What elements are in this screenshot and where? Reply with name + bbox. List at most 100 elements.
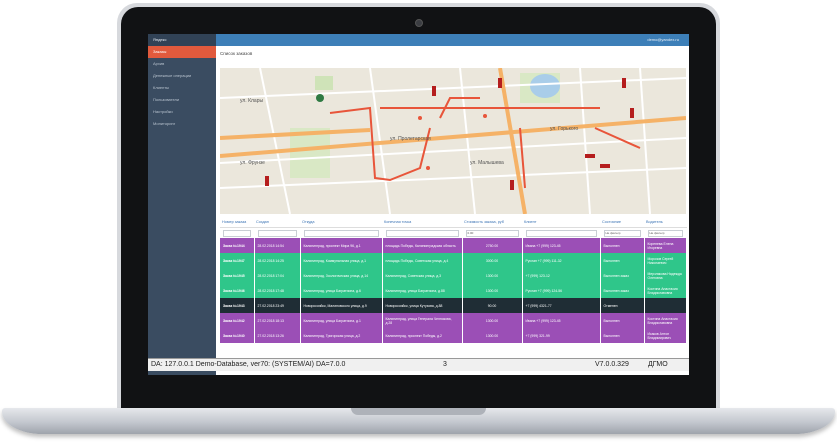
filter-input[interactable] [257, 229, 297, 237]
sidebar-item-orders[interactable]: Заказы [148, 46, 216, 58]
order-number: Заказ №1947 [220, 253, 255, 268]
map-label: ул. Пролетарская [390, 136, 431, 142]
driver-name: Коренева Елена Игоревна [644, 238, 687, 253]
status-version: V7.0.0.329 [595, 361, 629, 368]
order-state: Выполнен [600, 313, 645, 328]
filter-input[interactable] [385, 229, 459, 237]
sidebar-item-clients[interactable]: Клиенты [148, 82, 216, 94]
sidebar-item-monitoring[interactable]: Мониторинг [148, 118, 216, 130]
created-date: 28.02.2018 17:04 [254, 268, 301, 283]
order-price: 90.00 [462, 298, 523, 313]
top-bar: demo@yandex.ru [216, 34, 689, 46]
table-row[interactable]: Заказ №1940 27.02.2018 13:26 Калининград, … [220, 328, 687, 343]
order-price: 1300.00 [462, 313, 523, 328]
client-info: Ивана +7 (999) 123-45 [522, 238, 601, 253]
column-header[interactable]: Откуда [300, 217, 382, 228]
table-row[interactable]: Заказ №1947 28.02.2018 14:25 Калининград, … [220, 253, 687, 268]
main-content: Список заказов ул. Клары ул. Фрунзе ул. … [216, 46, 689, 375]
order-state: Выполнен [600, 253, 645, 268]
client-info: Руслан +7 (999) 111-32 [522, 253, 601, 268]
column-header[interactable]: Номер заказа [220, 217, 254, 228]
order-state: Выполнен заказ [600, 268, 645, 283]
order-price: 2750.00 [462, 238, 523, 253]
from-address: Калининград, улица Багратиона, д.6 [300, 283, 383, 298]
order-number: Заказ №1940 [220, 328, 255, 343]
created-date: 28.02.2018 14:25 [254, 253, 301, 268]
app-screen: Яндекс Заказы Архив Денежные операции Кл… [148, 34, 689, 375]
to-address: Калининград, улица Генерала Челнокова, д… [382, 313, 463, 328]
column-header[interactable]: Клиент [522, 217, 600, 228]
order-price: 1300.00 [462, 328, 523, 343]
to-address: Калининград, проспект Победы, д.2 [382, 328, 463, 343]
client-info: Руслан +7 (999) 124-56 [522, 283, 601, 298]
driver-name [644, 298, 687, 313]
order-price: 1300.00 [462, 283, 523, 298]
column-header[interactable]: Конечная точка [382, 217, 462, 228]
sidebar-item-settings[interactable]: Настройки [148, 106, 216, 118]
driver-filter-select[interactable]: Не фильтр [647, 229, 683, 237]
from-address: Новороссийск, Малиновского улица, д.9 [300, 298, 383, 313]
from-address: Калининград, Тригорская улица, д.2 [300, 328, 383, 343]
table-row[interactable]: Заказ №1946 28.02.2018 17:48 Калининград, … [220, 283, 687, 298]
driver-name: Костина Анастасия Владиславовна [644, 283, 687, 298]
order-price: 1300.00 [462, 268, 523, 283]
status-mode: ДГМО [648, 361, 668, 368]
to-address: Калининград, улица Багратиона, д.88 [382, 283, 463, 298]
map-label: ул. Горького [550, 126, 578, 132]
order-state: Выполнен [600, 328, 645, 343]
column-header[interactable]: Водитель [644, 217, 686, 228]
driver-name: Мерзлякова Надежда Олеговна [644, 268, 687, 283]
map-label: ул. Фрунзе [240, 160, 265, 166]
sidebar-item-users[interactable]: Пользователи [148, 94, 216, 106]
filter-input[interactable] [303, 229, 379, 237]
orders-table: Номер заказа Создан Откуда Конечная точк… [220, 217, 687, 343]
from-address: Калининград, улица Багратиона, д.1 [300, 313, 383, 328]
created-date: 27.02.2018 23:49 [254, 298, 301, 313]
sidebar-item-archive[interactable]: Архив [148, 58, 216, 70]
from-address: Калининград, Коммунальная улица, д.1 [300, 253, 383, 268]
order-price: 3000.00 [462, 253, 523, 268]
client-info: +7 (999) 4321-77 [522, 298, 601, 313]
to-address: площадь Победы, Советская улица, д.4 [382, 253, 463, 268]
map-canvas: ул. Клары ул. Фрунзе ул. Пролетарская ул… [220, 68, 686, 214]
order-number: Заказ №1944 [220, 238, 255, 253]
created-date: 27.02.2018 18:13 [254, 313, 301, 328]
status-connection-text: DA: 127.0.0.1 Demo-Database, ver70: (SYS… [151, 361, 346, 368]
client-info: +7 (999) 123-12 [522, 268, 601, 283]
order-number: Заказ №1946 [220, 283, 255, 298]
table-row[interactable]: Заказ №1942 27.02.2018 18:13 Калининград, … [220, 313, 687, 328]
price-filter-input[interactable]: 0.00 [465, 229, 519, 237]
sidebar: Яндекс Заказы Архив Денежные операции Кл… [148, 34, 216, 375]
from-address: Калининград, проспект Мира 96, д.1 [300, 238, 383, 253]
driver-name: Морозов Сергей Николаевич [644, 253, 687, 268]
client-info: Ивана +7 (999) 123-45 [522, 313, 601, 328]
driver-name: Костина Анастасия Владиславовна [644, 313, 687, 328]
filter-input[interactable] [223, 229, 251, 237]
camera-icon [415, 19, 423, 27]
status-counter: 3 [443, 361, 447, 368]
table-row[interactable]: Заказ №1945 28.02.2018 17:04 Калининград, … [220, 268, 687, 283]
column-header[interactable]: Стоимость заказа, руб [462, 217, 522, 228]
column-header[interactable]: Состояние [600, 217, 644, 228]
table-row[interactable]: Заказ №1944 28.02.2018 14:54 Калининград, … [220, 238, 687, 253]
status-bar: DA: 127.0.0.1 Demo-Database, ver70: (SYS… [148, 358, 689, 371]
order-state: Выполнен [600, 238, 645, 253]
laptop-notch [351, 408, 486, 415]
order-number: Заказ №1945 [220, 268, 255, 283]
orders-map[interactable]: ул. Клары ул. Фрунзе ул. Пролетарская ул… [220, 68, 686, 214]
user-menu[interactable]: demo@yandex.ru [647, 34, 679, 46]
to-address: площадь Победы, Калининградская область [382, 238, 463, 253]
created-date: 27.02.2018 13:26 [254, 328, 301, 343]
to-address: Калининград, Советская улица, д.3 [382, 268, 463, 283]
order-number: Заказ №1942 [220, 313, 255, 328]
page-title: Список заказов [220, 51, 253, 56]
map-label: ул. Малышева [470, 160, 504, 166]
brand-logo: Яндекс [148, 34, 216, 46]
to-address: Новороссийск, улица Кутузова, д.88 [382, 298, 463, 313]
state-filter-select[interactable]: Не фильтр [603, 229, 641, 237]
column-header[interactable]: Создан [254, 217, 300, 228]
table-row[interactable]: Заказ №1943 27.02.2018 23:49 Новороссийск,… [220, 298, 687, 313]
filter-input[interactable] [525, 229, 597, 237]
client-info: +7 (999) 321-99 [522, 328, 601, 343]
sidebar-item-money[interactable]: Денежные операции [148, 70, 216, 82]
